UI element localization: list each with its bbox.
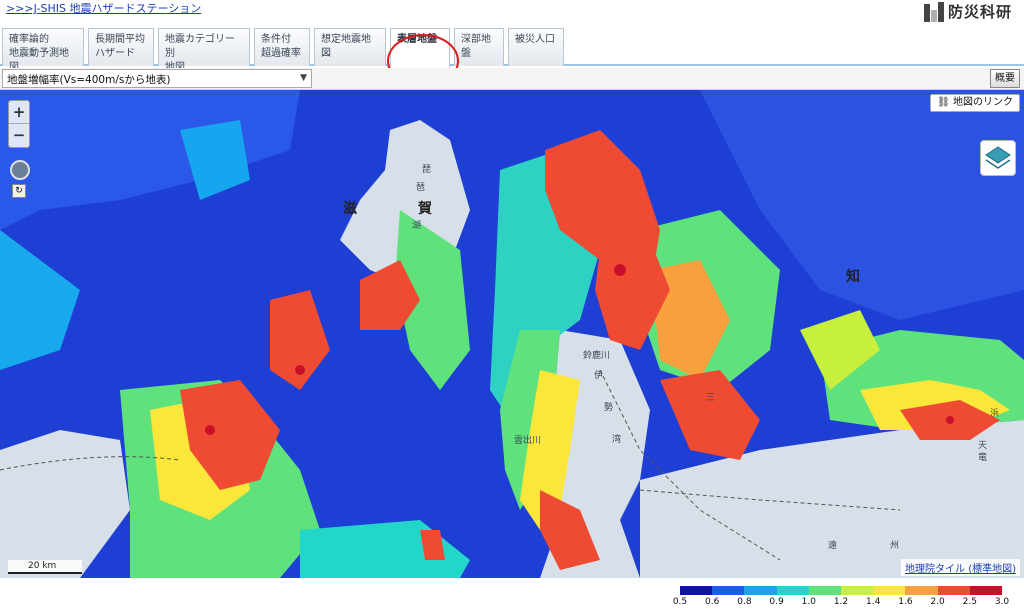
map-label-biwa-1: 琵 [422, 165, 432, 175]
tab-label: 超過確率 [261, 48, 301, 59]
legend-tick-label: 1.0 [801, 597, 816, 607]
tab-label: 被災人口 [515, 34, 555, 45]
chevron-down-icon: ▼ [300, 73, 307, 83]
nied-logo: 防災科研 [923, 0, 1012, 22]
map-label-ga: 賀 [418, 201, 432, 217]
tab-surface-ground[interactable]: 表層地盤 [390, 28, 450, 68]
map-label-biwa-3: 湖 [412, 221, 422, 231]
layer-select-row: 地盤増幅率(Vs=400m/sから地表) ▼ 概要 [0, 68, 1024, 90]
map-view[interactable]: 滋 賀 琵 琶 湖 鈴鹿川 雲出川 伊 勢 湾 知 三 遠 州 天 竜 浜 + … [0, 90, 1024, 578]
map-label-ise-1: 伊 [594, 371, 604, 381]
tab-label: 条件付 [261, 34, 291, 45]
legend-tick-label: 0.8 [737, 597, 752, 607]
nied-logo-mark-icon [923, 2, 944, 22]
map-label-enshu: 遠 [828, 541, 838, 551]
map-label-mikawa: 三 [706, 393, 716, 403]
legend-swatch [776, 586, 809, 595]
tab-earthquake-category[interactable]: 地震カテゴリー別 地図 [158, 28, 250, 73]
map-label-ise-2: 勢 [604, 403, 614, 413]
app-window: >>>J-SHIS 地震ハザードステーション 防災科研 確率論的 地震動予測地図… [0, 0, 1024, 612]
scale-bar: 20 km [8, 560, 82, 574]
scale-label: 20 km [28, 561, 57, 571]
layers-icon [985, 146, 1011, 169]
legend-tick-label: 0.6 [705, 597, 720, 607]
tab-label: 長期間平均 [95, 34, 145, 45]
legend-tick-label: 0.5 [672, 597, 688, 607]
tab-long-term-hazard[interactable]: 長期間平均 ハザード [88, 28, 154, 66]
zoom-control: + − [8, 100, 30, 148]
tab-conditional-probability[interactable]: 条件付 超過確率 [254, 28, 310, 66]
legend-tick-label: 1.6 [898, 597, 913, 607]
map-attribution-link[interactable]: 地理院タイル (標準地図) [901, 559, 1020, 576]
tab-label: ハザード [95, 48, 135, 59]
tab-label: 想定地震地図 [321, 34, 371, 59]
layers-button[interactable] [980, 140, 1016, 176]
map-label-biwa-2: 琶 [416, 183, 426, 193]
map-link-label: 地図のリンク [953, 97, 1013, 108]
map-label-tenryu-2: 竜 [978, 453, 988, 463]
map-label-shiga: 滋 [343, 201, 357, 217]
legend-swatch [873, 586, 906, 595]
legend-tick-label: 1.2 [833, 597, 849, 607]
map-label-kumozu-river: 雲出川 [514, 436, 542, 446]
map-label-ise-3: 湾 [612, 435, 622, 445]
map-label-suzuka-river: 鈴鹿川 [583, 351, 611, 361]
map-link-button[interactable]: ⛓ 地図のリンク [930, 94, 1020, 112]
tab-scenario-earthquake[interactable]: 想定地震地図 [314, 28, 386, 66]
link-icon: ⛓ [937, 97, 950, 108]
tab-label: 深部地盤 [461, 34, 491, 59]
header: >>>J-SHIS 地震ハザードステーション 防災科研 [0, 0, 1024, 26]
legend-swatch [744, 586, 777, 595]
map-label-shu: 州 [890, 541, 900, 551]
legend-swatch [905, 586, 938, 595]
map-label-aichi: 知 [846, 269, 860, 285]
layer-select-value: 地盤増幅率(Vs=400m/sから地表) [7, 74, 171, 86]
legend-swatch [969, 586, 1003, 595]
layer-select[interactable]: 地盤増幅率(Vs=400m/sから地表) ▼ [2, 69, 312, 88]
tab-bar: 確率論的 地震動予測地図 長期間平均 ハザード 地震カテゴリー別 地図 条件付 … [0, 24, 1024, 88]
site-home-link[interactable]: >>>J-SHIS 地震ハザードステーション [6, 0, 201, 16]
globe-icon[interactable] [10, 160, 30, 180]
logo-text: 防災科研 [947, 3, 1012, 21]
summary-button[interactable]: 概要 [990, 69, 1020, 88]
legend-swatch [841, 586, 874, 595]
tab-label: 地震カテゴリー別 [165, 34, 235, 59]
zoom-out-button[interactable]: − [9, 124, 29, 147]
refresh-icon[interactable]: ↻ [12, 184, 26, 198]
map-label-hamana: 浜 [990, 409, 1000, 419]
legend-color-bar [680, 586, 1003, 595]
legend-tick-labels: 0.5 0.6 0.8 0.9 1.0 1.2 1.4 1.6 2.0 2.5 3.0 [672, 597, 1009, 611]
tab-label: 表層地盤 [397, 34, 437, 45]
tab-probabilistic-map[interactable]: 確率論的 地震動予測地図 [2, 28, 84, 73]
tab-deep-ground[interactable]: 深部地盤 [454, 28, 504, 66]
tab-label: 確率論的 [9, 34, 49, 45]
zoom-in-button[interactable]: + [9, 101, 29, 124]
legend-swatch [680, 586, 713, 595]
legend-tick-label: 0.9 [769, 597, 784, 607]
tab-affected-population[interactable]: 被災人口 [508, 28, 564, 66]
legend-tick-label: 1.4 [866, 597, 881, 607]
color-legend: 0.5 0.6 0.8 0.9 1.0 1.2 1.4 1.6 2.0 2.5 3.0 [672, 586, 1009, 612]
legend-swatch [937, 586, 970, 595]
legend-tick-label: 2.5 [962, 597, 977, 607]
legend-tick-label: 3.0 [994, 597, 1010, 607]
legend-swatch [808, 586, 842, 595]
legend-tick-label: 2.0 [930, 597, 945, 607]
legend-swatch [712, 586, 745, 595]
hazard-map-layer [0, 90, 1024, 578]
